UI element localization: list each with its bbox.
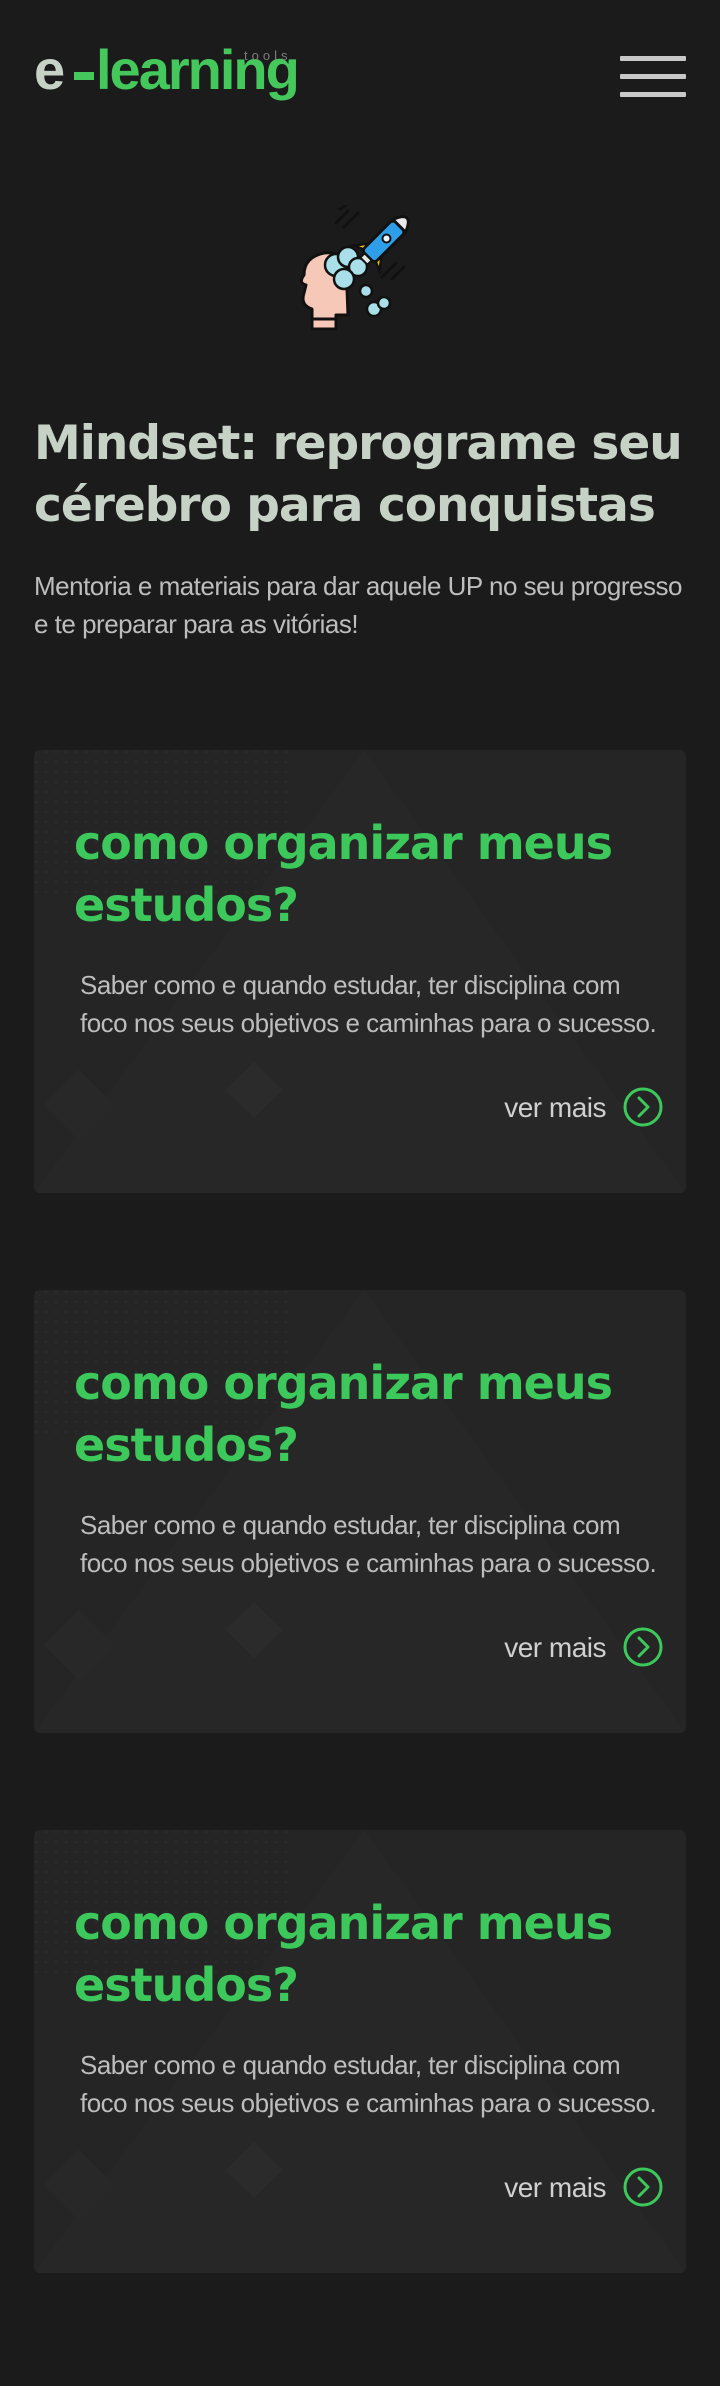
- ver-mais-label: ver mais: [504, 2172, 606, 2203]
- ver-mais-label: ver mais: [504, 1632, 606, 1663]
- card-title: como organizar meus estudos?: [74, 1896, 613, 2012]
- page-title: Mindset: reprograme seu cérebro para con…: [34, 416, 683, 533]
- site-header: e learning tools: [0, 0, 720, 150]
- hamburger-icon-bar: [620, 74, 686, 79]
- card-description: Saber como e quando estudar, ter discipl…: [80, 2050, 657, 2118]
- card-title: como organizar meus estudos?: [74, 1356, 613, 1472]
- ver-mais-label: ver mais: [504, 1092, 606, 1123]
- logo-tools: tools: [244, 48, 292, 63]
- logo-dash: [74, 72, 94, 80]
- topic-card: como organizar meus estudos? Saber como …: [34, 1290, 686, 1733]
- ver-mais-link[interactable]: ver mais: [494, 2166, 664, 2210]
- hamburger-menu-button[interactable]: [620, 56, 686, 98]
- topic-card: como organizar meus estudos? Saber como …: [34, 1830, 686, 2273]
- card-description: Saber como e quando estudar, ter discipl…: [80, 1510, 657, 1578]
- chevron-right-circle-icon[interactable]: [622, 1086, 664, 1128]
- ver-mais-link[interactable]: ver mais: [494, 1086, 664, 1130]
- ver-mais-link[interactable]: ver mais: [494, 1626, 664, 1670]
- chevron-right-circle-icon[interactable]: [622, 2166, 664, 2208]
- hamburger-icon: [620, 56, 686, 61]
- card-description: Saber como e quando estudar, ter discipl…: [80, 970, 657, 1038]
- page-subtitle: Mentoria e materiais para dar aquele UP …: [34, 571, 682, 639]
- mind-rocket-icon: [296, 203, 421, 335]
- hamburger-icon-bar: [620, 92, 686, 97]
- e-learning-logo[interactable]: e learning tools: [34, 38, 334, 118]
- topic-card: como organizar meus estudos? Saber como …: [34, 750, 686, 1193]
- chevron-right-circle-icon[interactable]: [622, 1626, 664, 1668]
- logo-e: e: [34, 38, 65, 101]
- card-title: como organizar meus estudos?: [74, 816, 613, 932]
